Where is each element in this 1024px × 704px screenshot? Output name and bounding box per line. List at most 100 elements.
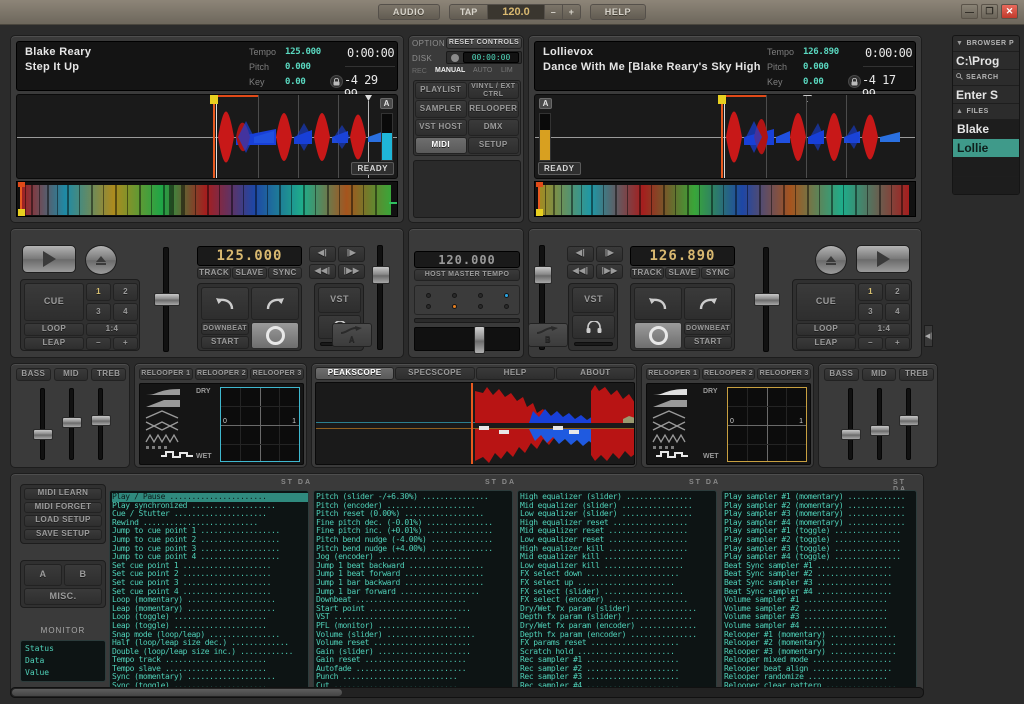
deck-a-beat-back-button[interactable]: ◀| — [309, 246, 336, 262]
deck-b-cue-point-3[interactable]: 3 — [858, 303, 883, 321]
deck-a-play-button[interactable] — [22, 245, 76, 273]
key-lock-icon[interactable] — [330, 75, 343, 88]
deck-b-relooper-tab-1[interactable]: RELOOPER 1 — [646, 368, 700, 380]
tempo-increase-button[interactable]: + — [561, 5, 580, 19]
deck-a-eq-mid-button[interactable]: MID — [53, 368, 89, 381]
deck-b-eq-bass-button[interactable]: BASS — [824, 368, 859, 381]
rec-mode-manual[interactable]: MANUAL — [435, 67, 465, 74]
rec-mode-auto[interactable]: AUTO — [473, 67, 492, 74]
deck-b-bass-knob[interactable] — [841, 429, 861, 440]
nav-relooper-button[interactable]: RELOOPER — [467, 100, 519, 118]
deck-b-mode-slave[interactable]: SLAVE — [665, 267, 700, 279]
deck-a-custom-curve-icon[interactable] — [160, 450, 194, 460]
deck-a-leap-button[interactable]: LEAP — [24, 337, 84, 350]
crossfade-assign-b-button[interactable]: B — [528, 323, 568, 347]
deck-a-loop-button[interactable]: LOOP — [24, 323, 84, 336]
deck-a-bar-back-button[interactable]: ◀◀| — [309, 263, 336, 279]
deck-b-pfl-level[interactable] — [574, 342, 613, 346]
midi-bank-a-button[interactable]: A — [24, 564, 62, 586]
key-lock-icon[interactable] — [848, 75, 861, 88]
deck-a-cue-point-3[interactable]: 3 — [86, 303, 111, 321]
host-master-tempo-label[interactable]: HOST MASTER TEMPO — [414, 269, 520, 281]
nav-playlist-button[interactable]: PLAYLIST — [415, 82, 467, 100]
browser-file-item-1[interactable]: Blake — [953, 120, 1019, 139]
browser-search-input[interactable]: Enter S — [953, 86, 1019, 104]
audio-button[interactable]: AUDIO — [377, 4, 440, 20]
host-master-tempo-value[interactable]: 120.000 — [414, 251, 520, 268]
deck-a-mid-knob[interactable] — [62, 417, 82, 428]
crossfader-knob[interactable] — [474, 326, 485, 354]
deck-b-waveform[interactable]: A READY — [534, 94, 916, 179]
deck-b-loop-button[interactable]: LOOP — [796, 323, 856, 336]
deck-b-leap-button[interactable]: LEAP — [796, 337, 856, 350]
deck-b-vst-button[interactable]: VST — [572, 287, 615, 313]
deck-a-cue-button[interactable]: CUE — [24, 283, 84, 321]
deck-a-tempo-value[interactable]: 125.000 — [285, 47, 321, 57]
deck-a-treb-slider[interactable] — [91, 388, 111, 460]
deck-b-custom-curve-icon[interactable] — [655, 450, 689, 460]
deck-a-bass-slider[interactable] — [33, 388, 53, 460]
deck-b-leap-plus[interactable]: + — [885, 337, 910, 350]
deck-a-mid-slider[interactable] — [62, 388, 82, 460]
maximize-icon[interactable]: ❐ — [981, 4, 998, 19]
midi-assignment-list-3[interactable]: High equalizer (slider) ............... M… — [517, 490, 717, 692]
deck-b-bar-back-button[interactable]: ◀◀| — [567, 263, 594, 279]
deck-a-leap-plus[interactable]: + — [113, 337, 138, 350]
deck-b-pitch-slider[interactable] — [754, 247, 780, 352]
midi-forget-button[interactable]: MIDI FORGET — [24, 501, 102, 513]
deck-a-cue-point-1[interactable]: 1 — [86, 283, 111, 301]
deck-b-eq-mid-button[interactable]: MID — [861, 368, 897, 381]
nav-midi-button[interactable]: MIDI — [415, 136, 467, 154]
browser-empty-row-2[interactable] — [953, 177, 1019, 194]
load-setup-button[interactable]: LOAD SETUP — [24, 515, 102, 527]
deck-a-start-button[interactable]: START — [201, 336, 249, 349]
nav-dmx-button[interactable]: DMX — [467, 118, 519, 136]
crossfader[interactable] — [414, 326, 520, 354]
deck-b-relooper-tab-2[interactable]: RELOOPER 2 — [701, 368, 756, 380]
midi-bank-b-button[interactable]: B — [64, 564, 102, 586]
tap-button[interactable]: TAP — [450, 5, 489, 19]
deck-b-bass-slider[interactable] — [841, 388, 861, 460]
deck-a-vst-button[interactable]: VST — [318, 287, 361, 313]
midi-assignment-list-2[interactable]: Pitch (slider -/+6.30%) ............... P… — [313, 490, 513, 692]
deck-a-waveshape-icons[interactable] — [144, 387, 192, 459]
deck-a-loop-size[interactable]: 1:4 — [86, 323, 138, 336]
browser-empty-row-1[interactable] — [953, 158, 1019, 177]
deck-b-waveshape-icons[interactable] — [651, 387, 699, 459]
browser-search-row[interactable]: SEARCH — [953, 70, 1019, 86]
deck-a-bpm-display[interactable]: 125.000 — [197, 246, 302, 266]
deck-b-mode-sync[interactable]: SYNC — [700, 267, 735, 279]
deck-a-scratch-button[interactable] — [251, 322, 299, 349]
chevron-up-icon[interactable]: ▲ — [956, 108, 963, 115]
deck-b-overview[interactable] — [534, 181, 916, 217]
deck-b-beat-fwd-button[interactable]: |▶ — [596, 246, 623, 262]
browser-files-row[interactable]: ▲ FILES — [953, 104, 1019, 120]
deck-b-mode-track[interactable]: TRACK — [630, 267, 665, 279]
deck-a-treb-knob[interactable] — [91, 415, 111, 426]
deck-b-treb-knob[interactable] — [899, 415, 919, 426]
deck-b-scratch-button[interactable] — [634, 322, 682, 349]
browser-collapse-handle[interactable]: ◀| — [924, 325, 933, 347]
deck-a-waveform[interactable]: A READY — [16, 94, 398, 179]
deck-a-mode-slave[interactable]: SLAVE — [232, 267, 267, 279]
deck-b-bpm-display[interactable]: 126.890 — [630, 246, 735, 266]
deck-b-mid-slider[interactable] — [870, 388, 890, 460]
deck-a-pitch-value[interactable]: 0.000 — [285, 62, 311, 72]
deck-b-nudge-back-button[interactable] — [634, 287, 682, 320]
search-icon[interactable] — [956, 73, 963, 82]
deck-b-relooper-graph[interactable]: 0 1 — [727, 387, 807, 462]
deck-a-eject-button[interactable] — [85, 245, 117, 275]
rec-mode-lim[interactable]: LIM — [501, 67, 513, 74]
deck-a-cue-point-4[interactable]: 4 — [113, 303, 138, 321]
deck-a-relooper-tab-1[interactable]: RELOOPER 1 — [139, 368, 193, 380]
deck-a-key-value[interactable]: 0.00 — [285, 77, 306, 87]
deck-a-beat-fwd-button[interactable]: |▶ — [338, 246, 365, 262]
deck-b-eject-button[interactable] — [815, 245, 847, 275]
deck-b-mid-knob[interactable] — [870, 425, 890, 436]
deck-b-pitch-value[interactable]: 0.000 — [803, 62, 829, 72]
deck-b-volume-knob[interactable] — [534, 266, 552, 284]
deck-b-pitch-knob[interactable] — [754, 293, 780, 306]
tab-scope-about[interactable]: ABOUT — [555, 367, 635, 380]
deck-b-start-button[interactable]: START — [684, 336, 732, 349]
deck-b-eq-treb-button[interactable]: TREB — [899, 368, 935, 381]
